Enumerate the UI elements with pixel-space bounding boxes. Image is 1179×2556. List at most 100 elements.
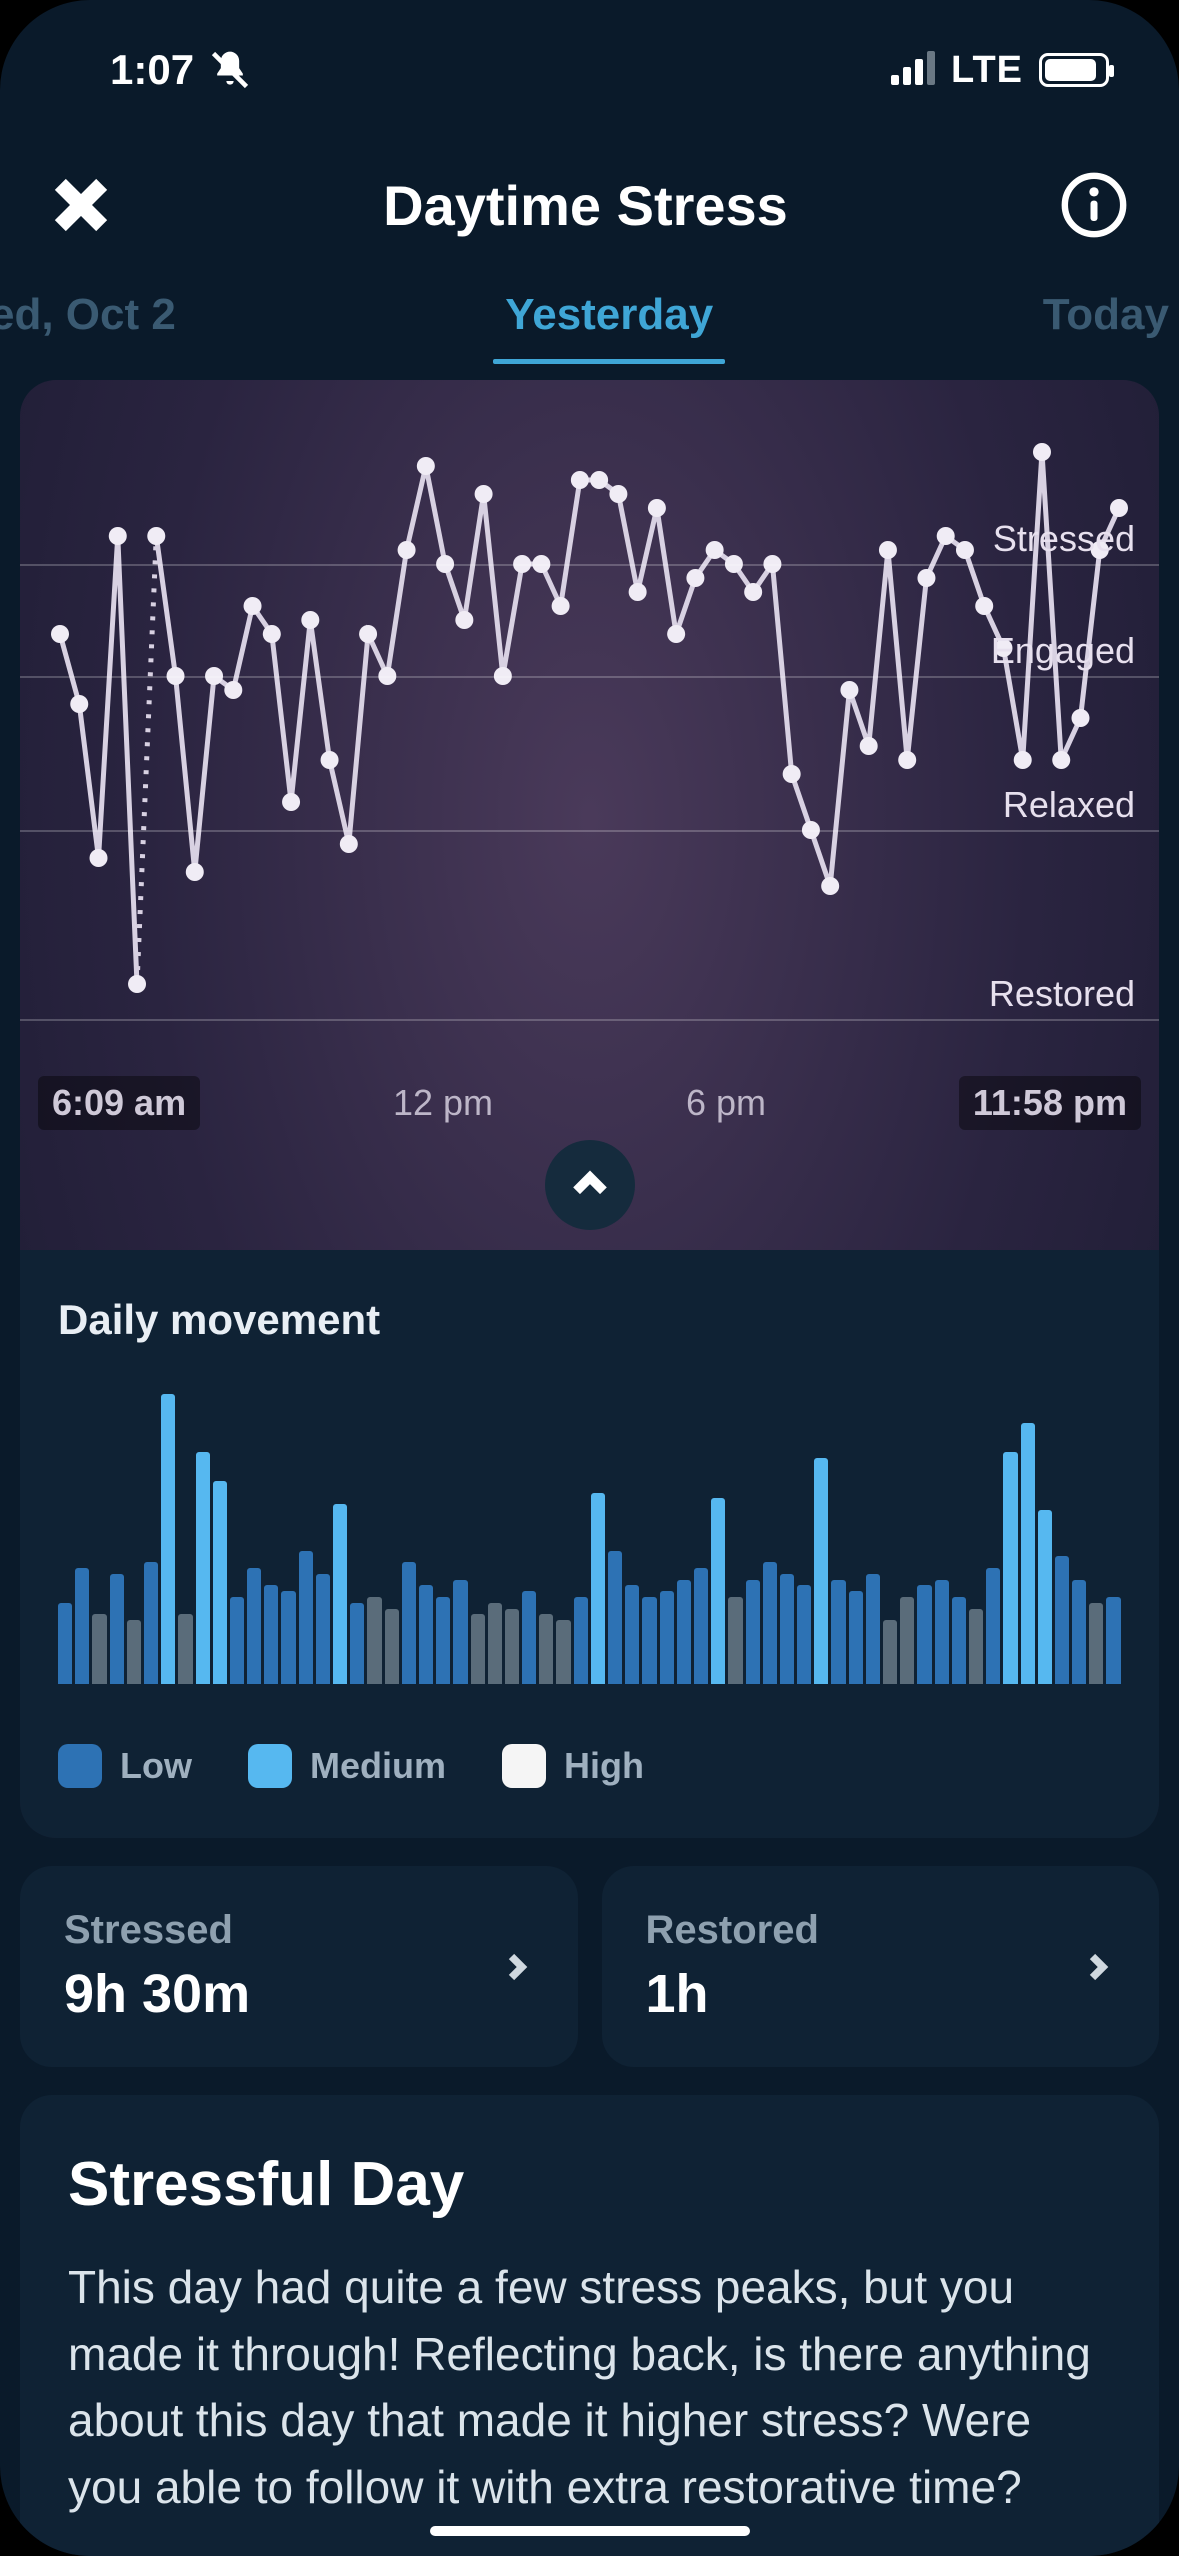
chevron-right-icon — [1079, 1949, 1115, 1985]
legend-medium: Medium — [248, 1744, 446, 1788]
movement-bar — [1055, 1556, 1069, 1684]
movement-bar — [110, 1574, 124, 1684]
movement-bar — [746, 1580, 760, 1684]
movement-bar — [281, 1591, 295, 1684]
stat-label: Restored — [646, 1908, 819, 1953]
movement-bar — [402, 1562, 416, 1684]
movement-bar — [900, 1597, 914, 1684]
close-icon[interactable] — [50, 174, 112, 236]
movement-bar — [660, 1591, 674, 1684]
movement-bar — [969, 1609, 983, 1684]
movement-bar — [986, 1568, 1000, 1684]
summary-card: Stressful Day This day had quite a few s… — [20, 2095, 1159, 2556]
movement-bar — [213, 1481, 227, 1684]
movement-title: Daily movement — [58, 1296, 1121, 1344]
movement-bar — [642, 1597, 656, 1684]
movement-bar — [797, 1585, 811, 1684]
movement-bar — [1038, 1510, 1052, 1684]
movement-bar — [814, 1458, 828, 1684]
movement-legend: Low Medium High — [58, 1744, 1121, 1788]
bell-slash-icon — [208, 48, 252, 92]
movement-bar — [75, 1568, 89, 1684]
stat-value: 9h 30m — [64, 1963, 250, 2025]
movement-bar — [574, 1597, 588, 1684]
summary-title: Stressful Day — [68, 2149, 1111, 2220]
movement-bar — [488, 1603, 502, 1684]
zone-label: Stressed — [993, 518, 1135, 560]
movement-bar — [625, 1585, 639, 1684]
stat-card-restored[interactable]: Restored 1h — [602, 1866, 1160, 2067]
movement-bar — [436, 1597, 450, 1684]
legend-low: Low — [58, 1744, 192, 1788]
zone-label: Engaged — [991, 630, 1135, 672]
info-icon[interactable] — [1059, 170, 1129, 240]
movement-bar — [917, 1585, 931, 1684]
movement-bar — [1106, 1597, 1120, 1684]
movement-bar — [849, 1591, 863, 1684]
movement-bar — [453, 1580, 467, 1684]
zone-label: Restored — [989, 973, 1135, 1015]
movement-bar — [58, 1603, 72, 1684]
movement-bar — [1021, 1423, 1035, 1684]
movement-bar — [92, 1614, 106, 1684]
movement-bar — [144, 1562, 158, 1684]
movement-bar — [385, 1609, 399, 1684]
network-label: LTE — [951, 49, 1023, 92]
movement-bar — [608, 1551, 622, 1684]
summary-body: This day had quite a few stress peaks, b… — [68, 2254, 1111, 2521]
movement-bar — [367, 1597, 381, 1684]
movement-bar — [350, 1603, 364, 1684]
movement-bar — [178, 1614, 192, 1684]
collapse-chart-button[interactable] — [545, 1140, 635, 1230]
movement-bar — [831, 1580, 845, 1684]
status-bar: 1:07 LTE — [20, 0, 1159, 140]
stress-chart-card: Stressed Engaged Relaxed Restored 6:09 am 1… — [20, 380, 1159, 1838]
stat-card-stressed[interactable]: Stressed 9h 30m — [20, 1866, 578, 2067]
movement-bar — [694, 1568, 708, 1684]
x-tick-start: 6:09 am — [38, 1076, 200, 1130]
date-tab-active[interactable]: Yesterday — [505, 280, 713, 350]
movement-bar — [935, 1580, 949, 1684]
chevron-up-icon — [567, 1162, 613, 1208]
home-indicator[interactable] — [430, 2526, 750, 2536]
movement-bar — [230, 1597, 244, 1684]
movement-bar — [161, 1394, 175, 1684]
movement-bar — [728, 1597, 742, 1684]
movement-bar — [333, 1504, 347, 1684]
date-tabs: ed, Oct 2 Yesterday Today — [20, 280, 1159, 370]
stress-chart[interactable]: Stressed Engaged Relaxed Restored 6:09 am 1… — [20, 380, 1159, 1250]
movement-bar — [780, 1574, 794, 1684]
movement-bar — [471, 1614, 485, 1684]
movement-bar — [522, 1591, 536, 1684]
legend-high: High — [502, 1744, 644, 1788]
movement-bar — [711, 1498, 725, 1684]
date-tab-prev[interactable]: ed, Oct 2 — [0, 280, 176, 350]
movement-bar — [316, 1574, 330, 1684]
movement-bar — [1003, 1452, 1017, 1684]
stat-label: Stressed — [64, 1908, 250, 1953]
cellular-signal-icon — [891, 55, 935, 85]
movement-bar — [419, 1585, 433, 1684]
movement-bar — [539, 1614, 553, 1684]
page-title: Daytime Stress — [383, 173, 788, 238]
movement-bar — [866, 1574, 880, 1684]
movement-bar-chart[interactable] — [58, 1394, 1121, 1684]
date-tab-next[interactable]: Today — [1043, 280, 1169, 350]
movement-bar — [196, 1452, 210, 1684]
swatch-medium-icon — [248, 1744, 292, 1788]
movement-bar — [247, 1568, 261, 1684]
movement-bar — [763, 1562, 777, 1684]
movement-bar — [677, 1580, 691, 1684]
movement-bar — [1089, 1603, 1103, 1684]
zone-label: Relaxed — [1003, 784, 1135, 826]
x-axis: 6:09 am 12 pm 6 pm 11:58 pm — [20, 1076, 1159, 1130]
movement-bar — [952, 1597, 966, 1684]
battery-icon — [1039, 53, 1109, 87]
swatch-high-icon — [502, 1744, 546, 1788]
movement-bar — [591, 1493, 605, 1684]
x-tick-end: 11:58 pm — [959, 1076, 1141, 1130]
movement-bar — [505, 1609, 519, 1684]
movement-bar — [1072, 1580, 1086, 1684]
swatch-low-icon — [58, 1744, 102, 1788]
movement-bar — [556, 1620, 570, 1684]
